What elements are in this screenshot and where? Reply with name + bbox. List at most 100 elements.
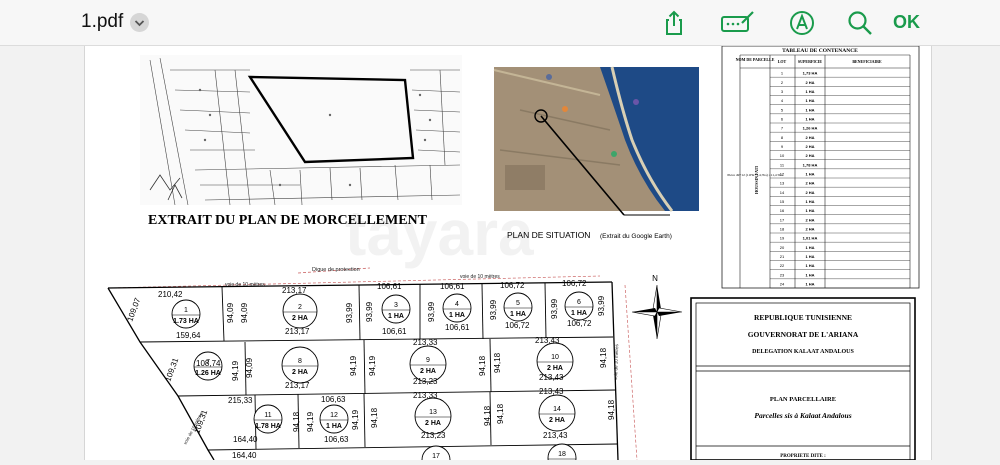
- dim-bottom-lot9: 213,23: [413, 377, 438, 386]
- dim-lot9-left: 94,19: [368, 355, 377, 376]
- tableau-superficie: 2 HA: [805, 80, 814, 85]
- dim-lot13-left: 94,18: [370, 407, 379, 428]
- tableau-lot: 1: [781, 71, 784, 76]
- lot-number: 11: [264, 412, 271, 419]
- dim-lot8-right: 94,19: [349, 355, 358, 376]
- tableau-superficie: 1 HA: [805, 245, 814, 250]
- tableau-superficie: 1 HA: [805, 263, 814, 268]
- digue-label: Digue de protection: [312, 267, 360, 273]
- cartouche: REPUBLIQUE TUNISIENNE GOUVERNORAT DE L'A…: [690, 297, 916, 461]
- lot-area: 1 HA: [388, 313, 404, 320]
- tableau-superficie: 1,26 HA: [803, 126, 818, 131]
- cartouche-plan: PLAN PARCELLAIRE: [770, 396, 836, 403]
- dim-top-lot5: 106,72: [500, 281, 525, 290]
- dim-bottom-lot10: 213,43: [539, 373, 564, 382]
- tableau-lot: 15: [780, 199, 785, 204]
- th-superficie: SUPERFICIE: [798, 59, 823, 64]
- north-arrow-icon: N: [631, 274, 683, 340]
- dim-side-lot7: 109,31: [163, 356, 180, 383]
- annotate-icon[interactable]: [720, 9, 756, 37]
- tableau-lot: 4: [781, 98, 784, 103]
- lot-circle: [414, 397, 452, 435]
- tableau-lot: 20: [780, 245, 785, 250]
- dim-bottom-lot6: 106,72: [567, 319, 592, 328]
- lot-circle: [538, 394, 576, 432]
- tableau-title: TABLEAU DE CONTENANCE: [782, 48, 858, 54]
- lot-number: 3: [394, 302, 398, 309]
- page-drawing: EXTRAIT DU PLAN DE MORCELLEMENT PLAN DE …: [83, 45, 933, 465]
- dim-bottom-lot12: 106,63: [324, 435, 349, 444]
- lot-number: 6: [577, 299, 581, 306]
- lot-number: 8: [298, 358, 302, 365]
- dim-top-lot2: 213,17: [282, 286, 307, 295]
- tableau-superficie: 1,73 HA: [803, 71, 818, 76]
- dim-bottom-lot13: 213,23: [421, 431, 446, 440]
- dim-bottom-lot4: 106,61: [445, 323, 470, 332]
- dim-lot11-right: 94,18: [292, 411, 301, 432]
- tableau-superficie: 1 HA: [805, 282, 814, 287]
- markup-icon[interactable]: [788, 9, 816, 37]
- lot-area: 1 HA: [449, 312, 465, 319]
- lot-number: 10: [551, 354, 559, 361]
- tableau-lot: 10: [780, 153, 785, 158]
- file-name[interactable]: 1.pdf: [81, 11, 123, 33]
- dim-lot12-right: 94,19: [351, 409, 360, 430]
- viewer-margin-right: [932, 46, 1000, 460]
- dim-lot8-left: 94,09: [245, 357, 254, 378]
- dim-bottom-lot14: 213,43: [543, 431, 568, 440]
- cartouche-delegation: DELEGATION KALAAT ANDALOUS: [752, 349, 854, 355]
- dim-top-lot13: 213,33: [413, 391, 438, 400]
- dim-bottom-lot8: 213,17: [285, 381, 310, 390]
- lot-area: 2 HA: [292, 315, 308, 322]
- lot-number: 17: [432, 453, 440, 460]
- dim-lot1-right: 94,09: [226, 302, 235, 323]
- tableau-superficie: 1,01 HA: [803, 236, 818, 241]
- watermark: tayara: [345, 197, 534, 269]
- lot-number: 14: [553, 406, 561, 413]
- search-icon[interactable]: [846, 9, 874, 37]
- lot-area: 2 HA: [420, 368, 436, 375]
- dim-top-lot10: 213,43: [535, 336, 560, 345]
- tableau-superficie: 1 HA: [805, 208, 814, 213]
- lot-area: 1.78 HA: [255, 423, 281, 430]
- tableau-lot: 5: [781, 107, 784, 112]
- share-icon[interactable]: [660, 9, 688, 37]
- ok-button[interactable]: OK: [893, 12, 920, 33]
- parcel-name: HOUSSIN FATI: [754, 166, 759, 194]
- lot-number: 2: [298, 304, 302, 311]
- dim-lot2-right: 93,99: [345, 302, 354, 323]
- tableau-superficie: 1 HA: [805, 172, 814, 177]
- lot-circle: [282, 293, 318, 329]
- lot-circle: [281, 346, 319, 384]
- tableau-lot: 3: [781, 89, 784, 94]
- dim-top-lot3: 106,61: [377, 282, 402, 291]
- tableau-superficie: 2 HA: [805, 190, 814, 195]
- tableau-superficie: 2 HA: [805, 153, 814, 158]
- dim-lot10-left: 94,18: [493, 352, 502, 373]
- dim-lot5-left: 93,99: [489, 299, 498, 320]
- dim-bottom-lot5: 106,72: [505, 321, 530, 330]
- tableau-superficie: 1 HA: [805, 272, 814, 277]
- tableau-lot: 8: [781, 135, 784, 140]
- dim-lot6-left: 93,99: [550, 298, 559, 319]
- tableau-lot: 7: [781, 126, 784, 131]
- th-beneficiaire: BENEFICIAIRE: [852, 59, 882, 64]
- lot-area: 1.26 HA: [195, 370, 221, 377]
- tableau-lot: 19: [780, 236, 785, 241]
- cartouche-republique: REPUBLIQUE TUNISIENNE: [754, 313, 852, 322]
- lot-number: 9: [426, 357, 430, 364]
- tableau-superficie: 2 HA: [805, 144, 814, 149]
- lot-area: 2 HA: [425, 420, 441, 427]
- chevron-down-icon[interactable]: [130, 13, 149, 32]
- tableau-lot: 22: [780, 263, 785, 268]
- dim-top-lot12: 106,63: [321, 395, 346, 404]
- tableau-lot: 18: [780, 227, 785, 232]
- tableau-lot: 2: [781, 80, 784, 85]
- voie-label-top-right: voie de 10 mètres: [460, 274, 500, 280]
- dim-lot14-left: 94,18: [496, 403, 505, 424]
- dim-top-lot6: 106,72: [562, 279, 587, 288]
- dim-top-lot9: 213,33: [413, 338, 438, 347]
- dim-side-lot1: 109,07: [125, 296, 142, 323]
- svg-text:N: N: [652, 274, 658, 283]
- lot-number: 4: [455, 301, 459, 308]
